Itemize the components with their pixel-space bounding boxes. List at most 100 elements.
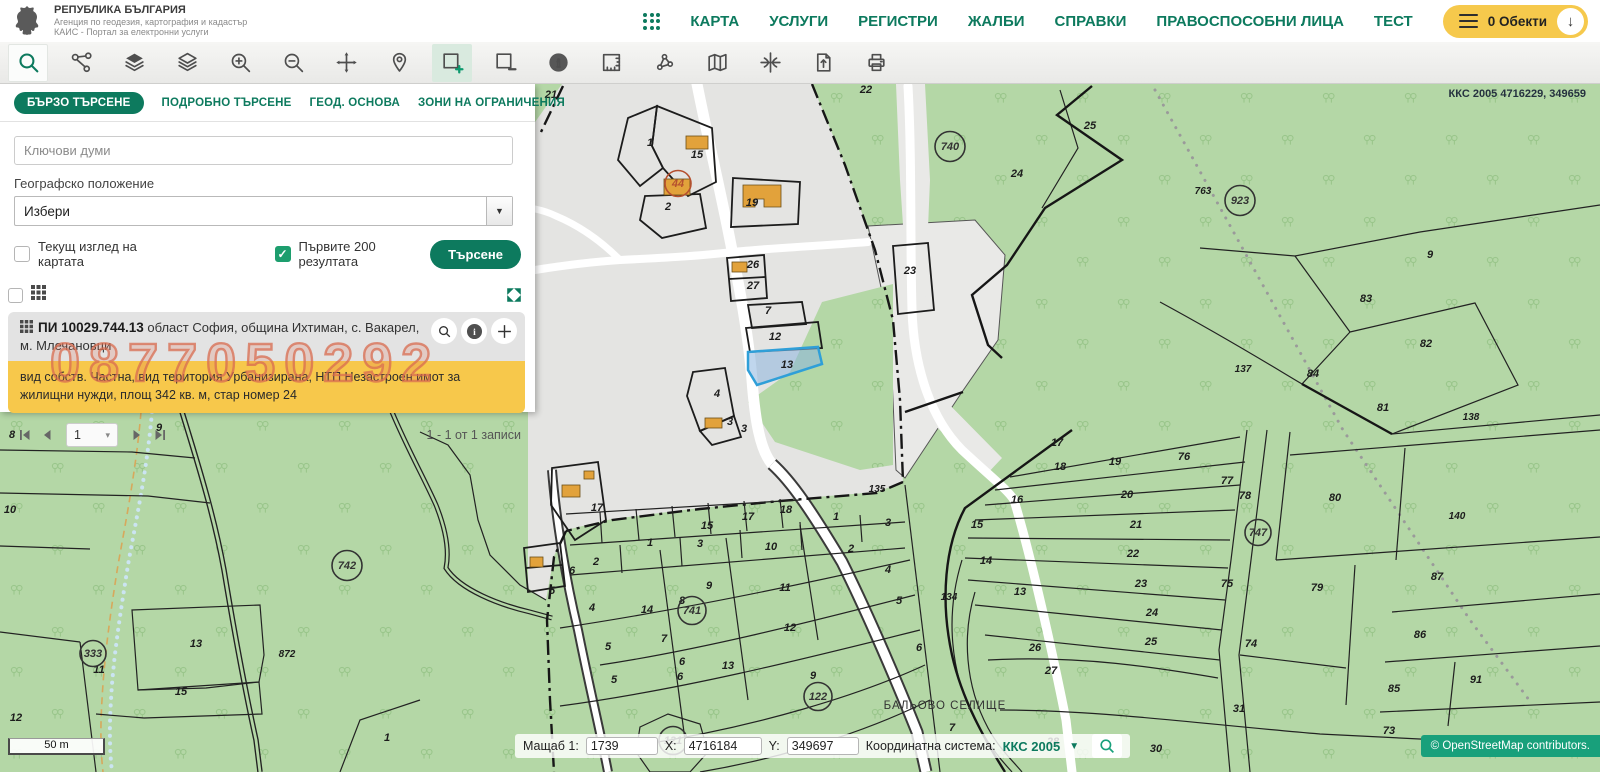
parcel-label: 134 (941, 592, 958, 603)
print-icon (864, 50, 889, 75)
map-statusbar: Мащаб 1: X: Y: Координатна система: ККС … (515, 734, 1130, 758)
zoom-in-button[interactable] (220, 44, 260, 82)
nav-item-0[interactable]: КАРТА (690, 13, 739, 30)
result-add-button[interactable] (491, 318, 517, 344)
parcel-label: 13 (722, 660, 734, 672)
tab-1[interactable]: ПОДРОБНО ТЪРСЕНЕ (162, 97, 292, 109)
parcel-label: 5 (549, 585, 556, 597)
vertices-button[interactable] (644, 44, 684, 82)
download-arrow-icon[interactable]: ↓ (1557, 8, 1584, 35)
survey-point-label: 742 (338, 560, 356, 572)
nav-item-3[interactable]: ЖАЛБИ (968, 13, 1025, 30)
map-sheets-button[interactable] (697, 44, 737, 82)
page-select[interactable]: 1▾ (66, 423, 118, 447)
current-map-view-label: Текущ изглед на картата (38, 239, 179, 269)
result-zoom-button[interactable] (431, 318, 457, 344)
first-page-button[interactable] (14, 426, 36, 444)
search-button[interactable]: Търсене (430, 240, 521, 269)
nav-item-4[interactable]: СПРАВКИ (1055, 13, 1127, 30)
page-number: 1 (74, 428, 81, 442)
parcel-label: 84 (1307, 368, 1319, 380)
parcel-label: 15 (691, 149, 704, 161)
crs-select[interactable]: ККС 2005 (1003, 739, 1061, 754)
network-button[interactable] (61, 44, 101, 82)
coat-of-arms-lion-icon (10, 3, 46, 39)
tab-0[interactable]: БЪРЗО ТЪРСЕНЕ (14, 92, 144, 114)
apps-grid-icon[interactable] (643, 13, 660, 30)
x-label: X: (665, 739, 677, 753)
next-page-button[interactable] (126, 426, 148, 444)
info-button[interactable]: i (538, 44, 578, 82)
parcel-label: 17 (742, 511, 755, 523)
location-button[interactable] (379, 44, 419, 82)
zoom-out-button[interactable] (273, 44, 313, 82)
result-info-button[interactable]: i (461, 318, 487, 344)
network-icon (69, 50, 94, 75)
y-coordinate-input[interactable] (787, 737, 859, 755)
parcel-label: 30 (1150, 743, 1163, 755)
brand: РЕПУБЛИКА БЪЛГАРИЯ Агенция по геодезия, … (0, 3, 247, 39)
print-button[interactable] (856, 44, 896, 82)
survey-point-label: 333 (84, 648, 102, 660)
statusbar-search-button[interactable] (1092, 734, 1122, 758)
tab-3[interactable]: ЗОНИ НА ОГРАНИЧЕНИЯ (418, 97, 565, 109)
nav-item-1[interactable]: УСЛУГИ (769, 13, 828, 30)
parcel-label: 74 (1245, 638, 1257, 650)
parcel-label: 24 (1145, 607, 1158, 619)
select-all-results-checkbox[interactable] (8, 288, 23, 303)
prev-page-button[interactable] (36, 426, 58, 444)
last-page-button[interactable] (148, 426, 170, 444)
y-label: Y: (769, 739, 780, 753)
x-coordinate-input[interactable] (684, 737, 762, 755)
coordinates-button[interactable] (750, 44, 790, 82)
parcel-label: 22 (1126, 548, 1139, 560)
parcel-label: 25 (1083, 120, 1097, 132)
search-tabs: БЪРЗО ТЪРСЕНЕ ПОДРОБНО ТЪРСЕНЕ ГЕОД. ОСНОВ… (0, 84, 535, 121)
parcel-label: 85 (1388, 683, 1401, 695)
select-rect-remove-button[interactable] (485, 44, 525, 82)
search-button[interactable] (8, 44, 48, 82)
layers-button[interactable] (167, 44, 207, 82)
parcel-label: 140 (1449, 511, 1466, 522)
parcel-label: 17 (1051, 437, 1064, 449)
first-200-checkbox[interactable]: ✓ (275, 246, 291, 262)
objects-button[interactable]: 0 Обекти ↓ (1443, 5, 1588, 38)
layers-filled-button[interactable] (114, 44, 154, 82)
nav-item-6[interactable]: ТЕСТ (1374, 13, 1413, 30)
osm-attribution[interactable]: © OpenStreetMap contributors. (1421, 735, 1600, 757)
parcel-label: 1 (384, 732, 390, 744)
parcel-label: 15 (701, 520, 714, 532)
parcel-label: 7 (765, 305, 772, 317)
parcel-label: 78 (1239, 490, 1252, 502)
parcel-label: 2 (847, 543, 854, 555)
select-dropdown-icon[interactable]: ▼ (486, 197, 512, 225)
pan-icon (334, 50, 359, 75)
survey-point-label: 122 (809, 691, 827, 703)
parcel-label: 12 (10, 712, 22, 724)
zoom-to-results-icon[interactable] (507, 288, 521, 302)
export-icon (811, 50, 836, 75)
parcel-label: 14 (641, 604, 653, 616)
svg-text:i: i (473, 328, 476, 338)
pagination: 1▾ 1 - 1 от 1 записи (14, 423, 521, 447)
scale-input[interactable] (586, 737, 658, 755)
result-header[interactable]: ПИ 10029.744.13 област София, община Ихт… (8, 312, 525, 361)
parcel-label: 12 (784, 622, 796, 634)
export-button[interactable] (803, 44, 843, 82)
parcel-label: 137 (1235, 364, 1252, 375)
measure-area-button[interactable] (591, 44, 631, 82)
result-card[interactable]: ПИ 10029.744.13 област София, община Ихт… (8, 312, 525, 413)
pan-button[interactable] (326, 44, 366, 82)
tab-2[interactable]: ГЕОД. ОСНОВА (310, 97, 401, 109)
geo-location-select[interactable]: Избери ▼ (14, 196, 513, 226)
parcel-label: 73 (1383, 725, 1395, 737)
select-rect-add-button[interactable] (432, 44, 472, 82)
coordinates-icon (758, 50, 783, 75)
zoom-out-icon (281, 50, 306, 75)
keywords-input[interactable] (14, 136, 513, 165)
app-header: РЕПУБЛИКА БЪЛГАРИЯ Агенция по геодезия, … (0, 0, 1600, 42)
nav-item-5[interactable]: ПРАВОСПОСОБНИ ЛИЦА (1156, 13, 1344, 30)
chevron-down-icon[interactable]: ▼ (1069, 741, 1079, 752)
nav-item-2[interactable]: РЕГИСТРИ (858, 13, 938, 30)
current-map-view-checkbox[interactable] (14, 246, 30, 262)
